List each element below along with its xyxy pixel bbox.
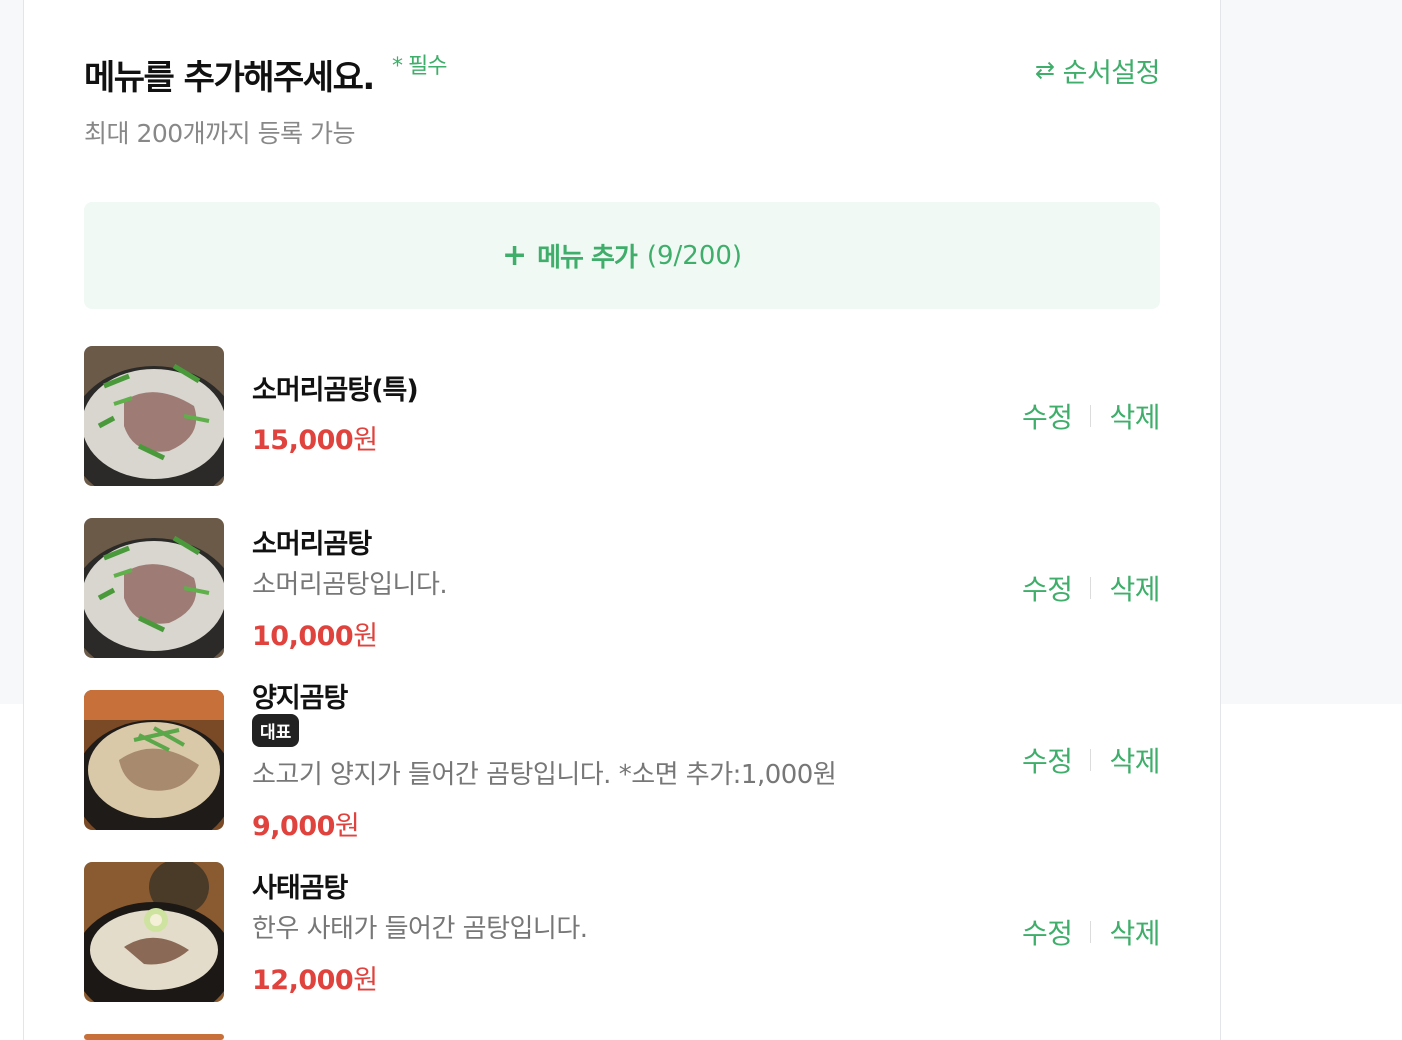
action-divider [1090, 749, 1092, 771]
menu-actions: 수정 삭제 [1022, 568, 1161, 608]
edit-button[interactable]: 수정 [1022, 396, 1073, 436]
menu-panel: 메뉴를 추가해주세요. * 필수 최대 200개까지 등록 가능 ⇄ 순서설정 … [23, 0, 1221, 1040]
menu-actions: 수정 삭제 [1022, 912, 1161, 952]
menu-list-item [84, 1034, 1160, 1040]
menu-count: (9/200) [646, 240, 743, 271]
delete-button[interactable]: 삭제 [1109, 396, 1160, 436]
page-background-right [1221, 0, 1402, 704]
menu-price-number: 15,000 [252, 425, 354, 456]
page-subtitle: 최대 200개까지 등록 가능 [84, 119, 356, 148]
order-setting-button[interactable]: ⇄ 순서설정 [1020, 50, 1160, 90]
menu-thumbnail[interactable] [84, 346, 224, 486]
add-menu-label: 메뉴 추가 [537, 243, 638, 273]
menu-list-item: 소머리곰탕(특) 15,000원 수정 삭제 [84, 346, 1160, 496]
menu-price-number: 9,000 [252, 811, 335, 842]
page-title: 메뉴를 추가해주세요. [84, 58, 375, 98]
menu-actions: 수정 삭제 [1022, 740, 1161, 780]
menu-price: 9,000원 [252, 804, 360, 843]
plus-icon: + [501, 238, 528, 273]
menu-thumbnail[interactable] [84, 518, 224, 658]
menu-name: 양지곰탕 [252, 683, 348, 714]
add-menu-button[interactable]: + 메뉴 추가 (9/200) [84, 202, 1160, 309]
menu-price-number: 12,000 [252, 965, 354, 996]
delete-button[interactable]: 삭제 [1109, 912, 1160, 952]
menu-description: 소고기 양지가 들어간 곰탕입니다. *소면 추가:1,000원 [252, 760, 837, 790]
menu-name: 사태곰탕 [252, 873, 348, 904]
menu-price-unit: 원 [353, 425, 378, 456]
representative-badge: 대표 [252, 714, 300, 747]
action-divider [1090, 577, 1092, 599]
menu-description: 소머리곰탕입니다. [252, 570, 448, 600]
menu-thumbnail[interactable] [84, 862, 224, 1002]
action-divider [1090, 921, 1092, 943]
delete-button[interactable]: 삭제 [1109, 568, 1160, 608]
menu-description: 한우 사태가 들어간 곰탕입니다. [252, 914, 588, 944]
menu-price-unit: 원 [353, 621, 378, 652]
required-label: * 필수 [392, 54, 447, 79]
edit-button[interactable]: 수정 [1022, 568, 1073, 608]
menu-price-unit: 원 [353, 965, 378, 996]
menu-actions: 수정 삭제 [1022, 396, 1161, 436]
edit-button[interactable]: 수정 [1022, 912, 1073, 952]
menu-list-item: 양지곰탕 대표 소고기 양지가 들어간 곰탕입니다. *소면 추가:1,000원… [84, 683, 1161, 843]
page-background-left [0, 0, 23, 704]
menu-list-item: 소머리곰탕 소머리곰탕입니다. 10,000원 수정 삭제 [84, 518, 1160, 668]
edit-button[interactable]: 수정 [1022, 740, 1073, 780]
action-divider [1090, 405, 1092, 427]
swap-icon: ⇄ [1035, 56, 1055, 84]
menu-price: 12,000원 [252, 958, 378, 997]
menu-list-item: 사태곰탕 한우 사태가 들어간 곰탕입니다. 12,000원 수정 삭제 [84, 862, 1160, 1012]
menu-name: 소머리곰탕(특) [252, 375, 419, 406]
delete-button[interactable]: 삭제 [1109, 740, 1160, 780]
menu-price: 10,000원 [252, 614, 378, 653]
menu-price-unit: 원 [334, 811, 360, 842]
menu-price-number: 10,000 [252, 621, 354, 652]
menu-thumbnail[interactable] [84, 690, 224, 830]
menu-price: 15,000원 [252, 418, 378, 457]
menu-thumbnail[interactable] [84, 1034, 224, 1040]
order-setting-label: 순서설정 [1062, 57, 1161, 89]
menu-name: 소머리곰탕 [252, 529, 372, 560]
